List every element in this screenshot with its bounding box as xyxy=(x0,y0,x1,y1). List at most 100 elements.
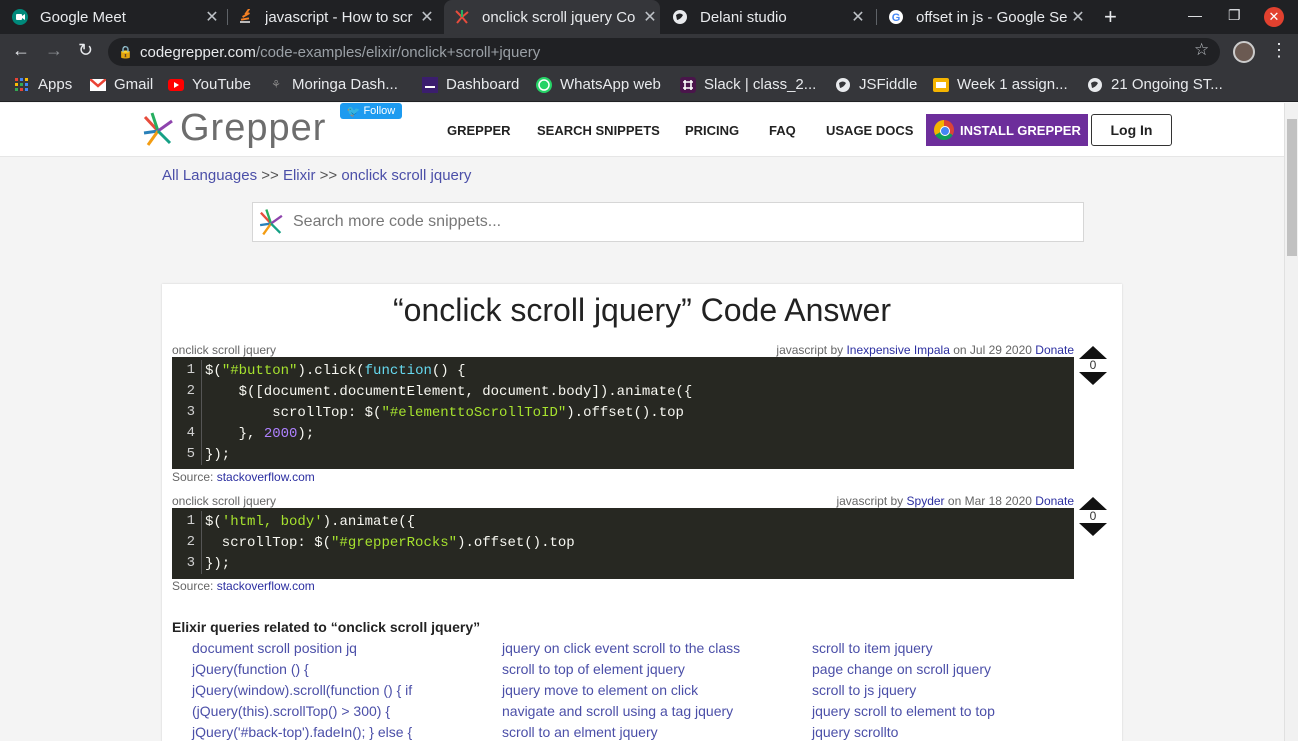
related-link[interactable]: jQuery(window).scroll(function () { if xyxy=(192,682,492,703)
code-text: }); xyxy=(205,446,231,463)
snippet-date: on Mar 18 2020 xyxy=(947,494,1032,508)
related-link[interactable]: jquery scrollto xyxy=(812,724,1112,741)
globe-icon xyxy=(672,9,688,25)
related-link[interactable]: page change on scroll jquery xyxy=(812,661,1112,682)
reload-icon[interactable]: ↻ xyxy=(78,40,93,61)
nav-usage-docs[interactable]: USAGE DOCS xyxy=(826,123,913,138)
snippet-date: on Jul 29 2020 xyxy=(953,343,1032,357)
tab-title: javascript - How to scr xyxy=(265,8,413,26)
login-button[interactable]: Log In xyxy=(1091,114,1172,146)
tab-grepper-active[interactable]: onclick scroll jquery Co ✕ xyxy=(444,0,660,34)
snippet-header: onclick scroll jquery javascript by Inex… xyxy=(172,343,1074,357)
related-link[interactable]: scroll to item jquery xyxy=(812,640,1112,661)
tab-google-search[interactable]: G offset in js - Google Se ✕ xyxy=(888,0,1088,34)
minimize-icon[interactable]: — xyxy=(1188,7,1202,23)
follow-label: Follow xyxy=(363,105,396,117)
line-number: 5 xyxy=(172,444,202,465)
related-link[interactable]: scroll to an elment jquery xyxy=(502,724,802,741)
twitter-follow-button[interactable]: 🐦 Follow xyxy=(340,103,402,119)
breadcrumb-current[interactable]: onclick scroll jquery xyxy=(341,167,471,184)
close-tab-icon[interactable]: ✕ xyxy=(202,7,222,27)
docs-icon xyxy=(933,77,949,93)
related-link[interactable]: navigate and scroll using a tag jquery xyxy=(502,703,802,724)
bookmark-youtube[interactable]: YouTube xyxy=(168,76,251,93)
nav-faq[interactable]: FAQ xyxy=(769,123,796,138)
bookmark-gmail[interactable]: Gmail xyxy=(90,76,153,93)
nav-pricing[interactable]: PRICING xyxy=(685,123,739,138)
code-block[interactable]: 1 $("#button").click(function() { 2 $([do… xyxy=(172,357,1074,469)
nav-grepper[interactable]: GREPPER xyxy=(447,123,511,138)
page-scrollbar[interactable] xyxy=(1284,103,1298,741)
donate-link[interactable]: Donate xyxy=(1035,343,1074,357)
page-title: “onclick scroll jquery” Code Answer xyxy=(393,292,891,328)
code-line: 3 scrollTop: $("#elementtoScrollToID").o… xyxy=(172,402,1074,423)
tab-delani-studio[interactable]: Delani studio ✕ xyxy=(672,0,868,34)
bookmark-whatsapp[interactable]: WhatsApp web xyxy=(536,76,661,93)
source-link[interactable]: stackoverflow.com xyxy=(217,579,315,593)
source-link[interactable]: stackoverflow.com xyxy=(217,470,315,484)
profile-avatar[interactable] xyxy=(1233,41,1255,63)
bookmark-slack[interactable]: Slack | class_2... xyxy=(680,76,816,93)
breadcrumb-all-languages[interactable]: All Languages xyxy=(162,167,257,184)
grepper-logo[interactable]: Grepper xyxy=(140,107,326,150)
code-block[interactable]: 1 $('html, body').animate({ 2 scrollTop: … xyxy=(172,508,1074,579)
close-tab-icon[interactable]: ✕ xyxy=(640,7,660,27)
whatsapp-icon xyxy=(536,76,552,93)
code-text: $('html, body').animate({ xyxy=(205,513,416,530)
bookmark-apps[interactable]: Apps xyxy=(14,76,72,93)
tab-stackoverflow[interactable]: javascript - How to scr ✕ xyxy=(237,0,437,34)
bookmark-ongoing[interactable]: 21 Ongoing ST... xyxy=(1087,76,1223,93)
author-link[interactable]: Spyder xyxy=(907,494,945,508)
downvote-icon[interactable] xyxy=(1079,372,1107,385)
line-number: 3 xyxy=(172,402,202,423)
lock-icon: 🔒 xyxy=(118,45,133,59)
code-text: }, 2000); xyxy=(205,425,315,442)
new-tab-icon[interactable]: + xyxy=(1104,4,1117,30)
downvote-icon[interactable] xyxy=(1079,523,1107,536)
tab-google-meet[interactable]: Google Meet ✕ xyxy=(12,0,222,34)
code-text: scrollTop: $("#grepperRocks").offset().t… xyxy=(205,534,575,551)
tab-separator xyxy=(876,9,877,25)
bookmark-star-icon[interactable]: ☆ xyxy=(1194,40,1209,60)
related-link[interactable]: document scroll position jq xyxy=(192,640,492,661)
browser-tab-bar: Google Meet ✕ javascript - How to scr ✕ … xyxy=(0,0,1298,34)
globe-icon xyxy=(835,77,851,93)
nav-search-snippets[interactable]: SEARCH SNIPPETS xyxy=(537,123,660,138)
breadcrumb-elixir[interactable]: Elixir xyxy=(283,167,316,184)
twitter-bird-icon: 🐦 xyxy=(346,105,361,118)
close-tab-icon[interactable]: ✕ xyxy=(1068,7,1088,27)
code-line: 3}); xyxy=(172,553,1074,574)
related-link[interactable]: jquery scroll to element to top xyxy=(812,703,1112,724)
dashboard-icon xyxy=(422,76,438,93)
related-link[interactable]: (jQuery(this).scrollTop() > 300) { xyxy=(192,703,492,724)
related-link[interactable]: jQuery(function () { xyxy=(192,661,492,682)
bookmark-jsfiddle[interactable]: JSFiddle xyxy=(835,76,917,93)
snippet-source: Source: stackoverflow.com xyxy=(172,470,315,484)
restore-icon[interactable]: ❐ xyxy=(1228,7,1241,24)
related-queries-title: Elixir queries related to “onclick scrol… xyxy=(172,619,481,635)
tab-separator xyxy=(227,9,228,25)
install-grepper-button[interactable]: INSTALL GREPPER xyxy=(926,114,1088,146)
scrollbar-thumb[interactable] xyxy=(1287,119,1297,256)
search-input[interactable] xyxy=(293,213,1053,231)
close-tab-icon[interactable]: ✕ xyxy=(417,7,437,27)
donate-link[interactable]: Donate xyxy=(1035,494,1074,508)
related-link[interactable]: scroll to js jquery xyxy=(812,682,1112,703)
bookmark-dashboard[interactable]: Dashboard xyxy=(422,76,519,93)
grepper-logo-icon xyxy=(143,112,173,146)
bookmark-moringa[interactable]: ⚘ Moringa Dash... xyxy=(268,76,398,93)
close-tab-icon[interactable]: ✕ xyxy=(848,7,868,27)
vote-widget: 0 xyxy=(1078,497,1108,536)
related-link[interactable]: jquery on click event scroll to the clas… xyxy=(502,640,802,661)
related-link[interactable]: jquery move to element on click xyxy=(502,682,802,703)
forward-icon[interactable]: → xyxy=(45,40,63,61)
line-number: 3 xyxy=(172,553,202,574)
window-close-icon[interactable]: ✕ xyxy=(1264,7,1284,27)
author-link[interactable]: Inexpensive Impala xyxy=(846,343,949,357)
browser-menu-icon[interactable]: ⋮ xyxy=(1270,40,1288,61)
address-bar[interactable]: 🔒 codegrepper.com/code-examples/elixir/o… xyxy=(108,38,1220,66)
bookmark-week1[interactable]: Week 1 assign... xyxy=(933,76,1068,93)
related-link[interactable]: jQuery('#back-top').fadeIn(); } else { xyxy=(192,724,492,741)
back-icon[interactable]: ← xyxy=(12,40,30,61)
related-link[interactable]: scroll to top of element jquery xyxy=(502,661,802,682)
